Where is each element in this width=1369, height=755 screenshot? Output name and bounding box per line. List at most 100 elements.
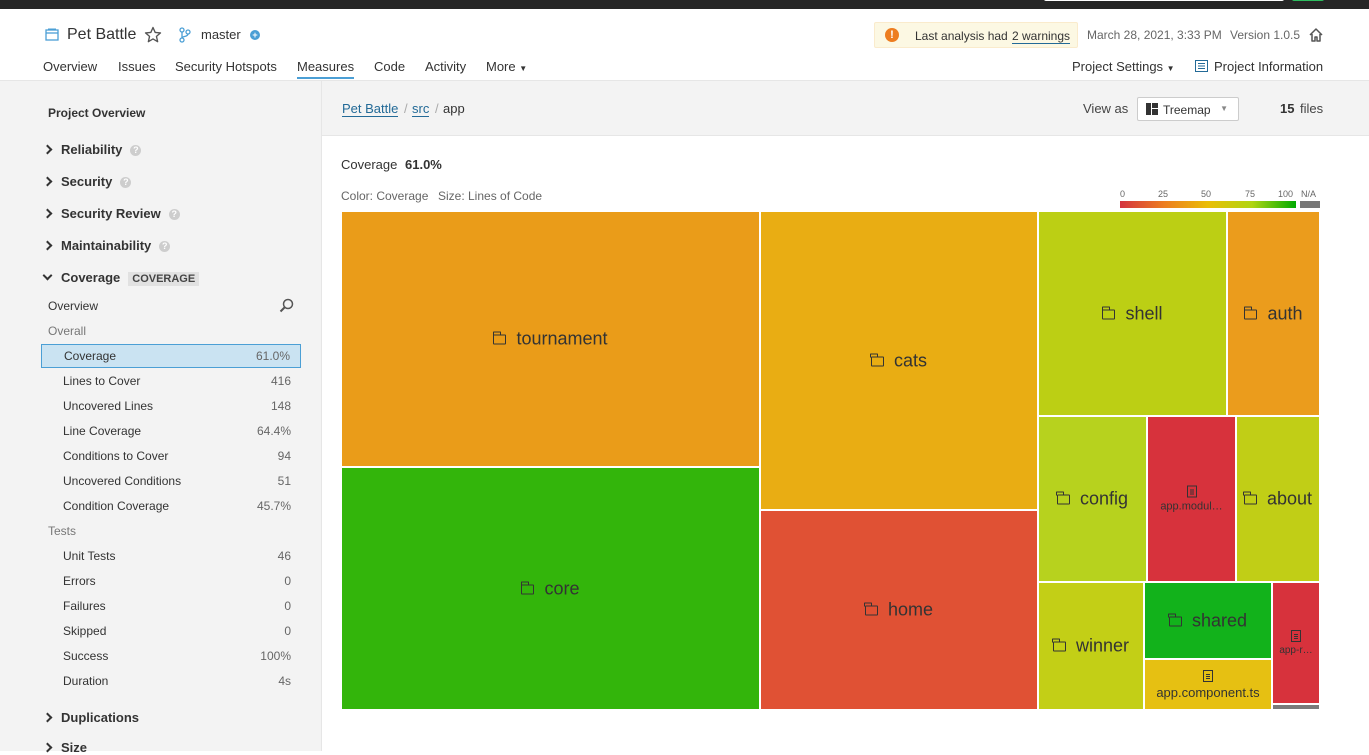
metric-duration[interactable]: Duration 4s bbox=[41, 669, 301, 693]
metric-success[interactable]: Success 100% bbox=[41, 644, 301, 668]
treemap-label: app.modul… bbox=[1148, 485, 1235, 513]
breadcrumb-item[interactable]: Pet Battle bbox=[342, 101, 399, 117]
metric-label: Lines to Cover bbox=[63, 374, 141, 388]
treemap-label: winner bbox=[1039, 636, 1143, 657]
metric-label: Unit Tests bbox=[63, 549, 116, 563]
metric-title: Coverage bbox=[341, 157, 398, 172]
tab-more[interactable]: More ▼ bbox=[486, 59, 527, 74]
breadcrumb-current: app bbox=[443, 101, 465, 116]
metric-failures[interactable]: Failures 0 bbox=[41, 594, 301, 618]
domain-coverage[interactable]: Coverage COVERAGE bbox=[42, 270, 200, 286]
treemap-folder-auth[interactable]: auth bbox=[1227, 211, 1320, 416]
zoom-icon[interactable] bbox=[279, 298, 294, 313]
treemap-folder-home[interactable]: home bbox=[760, 510, 1038, 710]
domain-security-review[interactable]: Security Review? bbox=[42, 206, 180, 221]
breadcrumb-item[interactable]: src bbox=[412, 101, 430, 117]
tab-activity[interactable]: Activity bbox=[425, 59, 466, 74]
metric-label: Uncovered Conditions bbox=[63, 474, 182, 488]
coverage-quality-badge: COVERAGE bbox=[128, 272, 200, 286]
view-as-select[interactable]: Treemap ▼ bbox=[1137, 97, 1239, 121]
analysis-date: March 28, 2021, 3:33 PM bbox=[1087, 28, 1222, 42]
branch-name[interactable]: master bbox=[201, 27, 241, 42]
project-icon bbox=[45, 28, 59, 41]
domain-label: Maintainability bbox=[61, 238, 152, 253]
help-icon[interactable]: ? bbox=[159, 241, 171, 253]
treemap-folder-cats[interactable]: cats bbox=[760, 211, 1038, 510]
metric-value: 0 bbox=[284, 599, 291, 613]
home-icon[interactable] bbox=[1308, 27, 1324, 43]
tab-code[interactable]: Code bbox=[374, 59, 405, 74]
treemap-label: config bbox=[1039, 489, 1146, 510]
metric-label: Uncovered Lines bbox=[63, 399, 154, 413]
treemap-folder-shell[interactable]: shell bbox=[1038, 211, 1227, 416]
metric-skipped[interactable]: Skipped 0 bbox=[41, 619, 301, 643]
treemap-label: about bbox=[1237, 489, 1319, 510]
domain-maintainability[interactable]: Maintainability? bbox=[42, 238, 171, 253]
project-information-link[interactable]: Project Information bbox=[1214, 59, 1323, 74]
metric-uncovered-lines[interactable]: Uncovered Lines 148 bbox=[41, 394, 301, 418]
treemap-folder-winner[interactable]: winner bbox=[1038, 582, 1144, 710]
global-search-input[interactable] bbox=[1044, 0, 1284, 1]
treemap-file[interactable]: app.component.ts bbox=[1144, 659, 1272, 710]
file-icon bbox=[1203, 669, 1213, 682]
overall-heading: Overall bbox=[48, 324, 87, 338]
domain-label: Reliability bbox=[61, 142, 123, 157]
tab-measures[interactable]: Measures bbox=[297, 59, 355, 79]
branch-help-icon[interactable]: + bbox=[250, 30, 260, 40]
metric-errors[interactable]: Errors 0 bbox=[41, 569, 301, 593]
folder-icon bbox=[1243, 306, 1258, 319]
domain-duplications[interactable]: Duplications bbox=[42, 710, 140, 725]
metric-unit-tests[interactable]: Unit Tests 46 bbox=[41, 544, 301, 568]
legend-tick: 100 bbox=[1278, 189, 1294, 199]
treemap-label: auth bbox=[1228, 303, 1319, 324]
treemap-folder-tournament[interactable]: tournament bbox=[341, 211, 760, 467]
breadcrumb-separator: / bbox=[404, 101, 408, 116]
treemap-folder-core[interactable]: core bbox=[341, 467, 760, 710]
breadcrumb-separator: / bbox=[435, 101, 439, 116]
treemap-folder-about[interactable]: about bbox=[1236, 416, 1320, 582]
help-icon[interactable]: ? bbox=[130, 145, 142, 157]
metric-label: Skipped bbox=[63, 624, 107, 638]
tab-overview[interactable]: Overview bbox=[43, 59, 97, 74]
coverage-overview-link[interactable]: Overview bbox=[48, 299, 98, 313]
project-name[interactable]: Pet Battle bbox=[67, 26, 136, 44]
domain-security[interactable]: Security? bbox=[42, 174, 132, 189]
global-action-button[interactable] bbox=[1292, 0, 1324, 1]
warning-icon: ! bbox=[885, 28, 899, 42]
domain-label: Duplications bbox=[61, 710, 140, 725]
measures-main: Pet Battle / src / app View as Treemap ▼… bbox=[322, 81, 1369, 751]
folder-icon bbox=[1168, 613, 1182, 626]
treemap-na-cell[interactable] bbox=[1272, 704, 1320, 710]
metric-line-coverage[interactable]: Line Coverage 64.4% bbox=[41, 419, 301, 443]
treemap-label: tournament bbox=[342, 329, 759, 350]
metric-lines-to-cover[interactable]: Lines to Cover 416 bbox=[41, 369, 301, 393]
warnings-link[interactable]: 2 warnings bbox=[1012, 29, 1071, 44]
treemap-label: cats bbox=[761, 350, 1037, 371]
help-icon[interactable]: ? bbox=[120, 177, 132, 189]
tab-more-label: More bbox=[486, 59, 516, 74]
treemap-file[interactable]: app.modul… bbox=[1147, 416, 1236, 582]
treemap-file[interactable]: app-r… bbox=[1272, 582, 1320, 704]
tab-issues[interactable]: Issues bbox=[118, 59, 156, 74]
metric-value: 64.4% bbox=[256, 424, 291, 438]
metric-label: Duration bbox=[63, 674, 109, 688]
favorite-star-icon[interactable] bbox=[144, 26, 162, 44]
project-overview-link[interactable]: Project Overview bbox=[48, 106, 145, 120]
help-icon[interactable]: ? bbox=[168, 209, 180, 221]
chevron-right-icon bbox=[42, 208, 53, 219]
treemap-folder-shared[interactable]: shared bbox=[1144, 582, 1272, 659]
treemap-folder-config[interactable]: config bbox=[1038, 416, 1147, 582]
metric-value: 100% bbox=[260, 649, 291, 663]
tab-security-hotspots[interactable]: Security Hotspots bbox=[175, 59, 277, 74]
metric-condition-coverage[interactable]: Condition Coverage 45.7% bbox=[41, 494, 301, 518]
files-label: files bbox=[1300, 101, 1324, 116]
metric-conditions-to-cover[interactable]: Conditions to Cover 94 bbox=[41, 444, 301, 468]
folder-icon bbox=[870, 353, 884, 366]
metric-uncovered-conditions[interactable]: Uncovered Conditions 51 bbox=[41, 469, 301, 493]
metric-coverage[interactable]: Coverage 61.0% bbox=[41, 344, 301, 368]
project-settings-menu[interactable]: Project Settings ▼ bbox=[1072, 59, 1175, 74]
domain-reliability[interactable]: Reliability? bbox=[42, 142, 142, 157]
metric-label: Errors bbox=[63, 574, 96, 588]
project-header: Pet Battle master + ! Last analysis had … bbox=[0, 9, 1369, 81]
domain-size[interactable]: Size bbox=[42, 740, 87, 755]
